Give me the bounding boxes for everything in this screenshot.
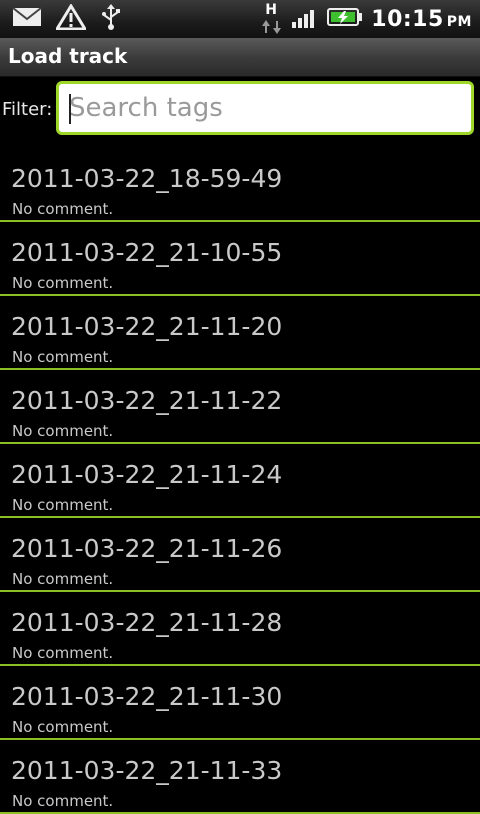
data-arrows-icon: H (261, 2, 283, 34)
track-list: 2011-03-22_18-59-49 No comment. 2011-03-… (0, 148, 480, 814)
track-name: 2011-03-22_21-11-28 (11, 608, 283, 637)
signal-icon (291, 5, 319, 33)
network-type-label: H (265, 2, 277, 18)
clock: 10:15 PM (371, 7, 472, 32)
search-box[interactable] (56, 81, 474, 135)
battery-charging-icon (327, 6, 363, 32)
email-icon (12, 6, 42, 32)
filter-row: Filter: (0, 77, 480, 143)
track-comment: No comment. (12, 200, 114, 218)
track-name: 2011-03-22_21-11-22 (11, 386, 283, 415)
track-name: 2011-03-22_21-11-30 (11, 682, 283, 711)
track-comment: No comment. (12, 570, 114, 588)
text-cursor (69, 94, 71, 124)
track-name: 2011-03-22_21-11-33 (11, 756, 283, 785)
track-row[interactable]: 2011-03-22_21-11-20 No comment. (0, 296, 480, 370)
track-comment: No comment. (12, 348, 114, 366)
filter-label: Filter: (2, 99, 53, 120)
track-comment: No comment. (12, 274, 114, 292)
clock-ampm: PM (446, 13, 472, 30)
title-bar: Load track (0, 38, 480, 77)
search-input[interactable] (59, 84, 471, 132)
system-icons: H 10:15 PM (261, 2, 472, 34)
track-name: 2011-03-22_21-11-20 (11, 312, 283, 341)
track-comment: No comment. (12, 718, 114, 736)
track-row[interactable]: 2011-03-22_21-11-26 No comment. (0, 518, 480, 592)
track-name: 2011-03-22_21-11-24 (11, 460, 283, 489)
page-title: Load track (8, 44, 128, 68)
notification-icons (12, 3, 122, 34)
track-row[interactable]: 2011-03-22_21-11-28 No comment. (0, 592, 480, 666)
track-row[interactable]: 2011-03-22_21-10-55 No comment. (0, 222, 480, 296)
track-row[interactable]: 2011-03-22_21-11-24 No comment. (0, 444, 480, 518)
status-bar: H 10:15 PM (0, 0, 480, 38)
clock-time: 10:15 (371, 6, 444, 32)
track-name: 2011-03-22_21-10-55 (11, 238, 283, 267)
track-comment: No comment. (12, 792, 114, 810)
usb-icon (100, 4, 122, 34)
track-name: 2011-03-22_18-59-49 (11, 164, 283, 193)
track-comment: No comment. (12, 496, 114, 514)
track-comment: No comment. (12, 422, 114, 440)
track-row[interactable]: 2011-03-22_21-11-22 No comment. (0, 370, 480, 444)
track-row[interactable]: 2011-03-22_21-11-33 No comment. (0, 740, 480, 814)
track-comment: No comment. (12, 644, 114, 662)
track-name: 2011-03-22_21-11-26 (11, 534, 283, 563)
track-row[interactable]: 2011-03-22_18-59-49 No comment. (0, 148, 480, 222)
warning-icon (54, 3, 88, 34)
track-row[interactable]: 2011-03-22_21-11-30 No comment. (0, 666, 480, 740)
